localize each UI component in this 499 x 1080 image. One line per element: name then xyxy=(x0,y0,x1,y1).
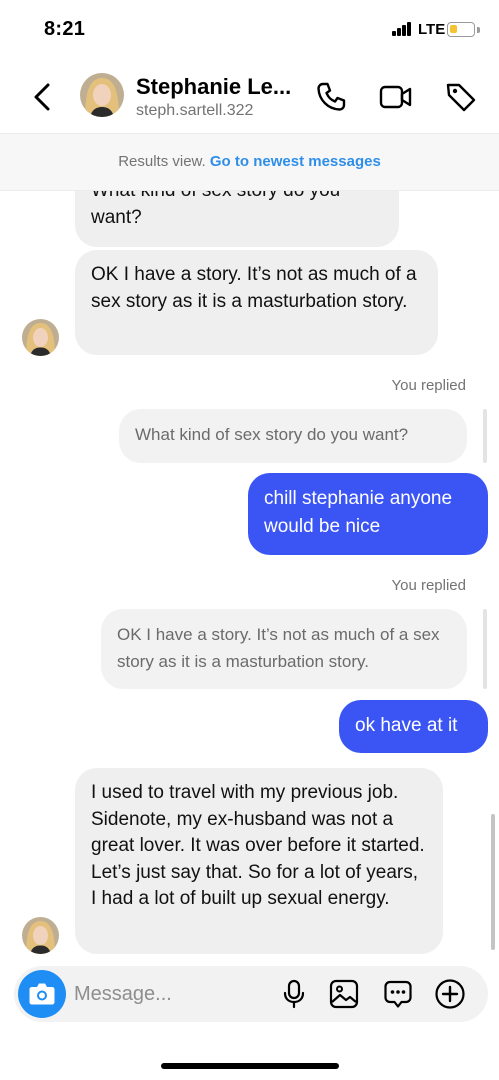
network-label: LTE xyxy=(418,21,446,38)
microphone-icon[interactable] xyxy=(278,978,310,1010)
outgoing-message[interactable]: chill stephanie anyone would be nice xyxy=(248,473,488,555)
sender-avatar[interactable] xyxy=(22,319,59,356)
video-icon[interactable] xyxy=(379,80,413,114)
quoted-message[interactable]: What kind of sex story do you want? xyxy=(119,409,467,463)
reply-indicator-bar xyxy=(483,609,487,689)
message-composer xyxy=(14,966,488,1022)
go-to-newest-link[interactable]: Go to newest messages xyxy=(210,153,381,170)
scrollbar[interactable] xyxy=(491,814,495,950)
quoted-message[interactable]: OK I have a story. It’s not as much of a… xyxy=(101,609,467,689)
tag-icon[interactable] xyxy=(444,80,478,114)
status-time: 8:21 xyxy=(44,18,86,40)
message-list[interactable]: What kind of sex story do you want? OK I… xyxy=(0,191,499,961)
incoming-message[interactable]: OK I have a story. It’s not as much of a… xyxy=(75,250,438,355)
results-banner: Results view. Go to newest messages xyxy=(0,133,499,191)
battery-icon xyxy=(447,22,475,37)
reply-indicator-bar xyxy=(483,409,487,463)
you-replied-label: You replied xyxy=(391,577,466,594)
banner-text: Results view. xyxy=(118,153,210,170)
signal-icon xyxy=(392,22,412,36)
message-input[interactable] xyxy=(74,966,264,1022)
camera-icon xyxy=(29,983,55,1005)
sender-avatar[interactable] xyxy=(22,917,59,954)
image-icon[interactable] xyxy=(328,978,360,1010)
chat-icon[interactable] xyxy=(382,978,414,1010)
home-indicator[interactable] xyxy=(161,1063,339,1069)
status-bar: 8:21 LTE xyxy=(0,0,499,60)
chat-header: Stephanie Le... steph.sartell.322 xyxy=(0,60,499,132)
plus-circle-icon[interactable] xyxy=(434,978,466,1010)
battery-cap xyxy=(477,27,480,33)
you-replied-label: You replied xyxy=(391,377,466,394)
phone-icon[interactable] xyxy=(314,80,348,114)
incoming-message[interactable]: I used to travel with my previous job. S… xyxy=(75,768,443,954)
avatar[interactable] xyxy=(80,73,124,117)
incoming-message[interactable]: What kind of sex story do you want? xyxy=(75,191,399,247)
contact-name[interactable]: Stephanie Le... xyxy=(136,74,291,100)
outgoing-message[interactable]: ok have at it xyxy=(339,700,488,753)
camera-button[interactable] xyxy=(18,970,66,1018)
contact-username: steph.sartell.322 xyxy=(136,102,254,119)
chevron-left-icon[interactable] xyxy=(28,80,58,114)
